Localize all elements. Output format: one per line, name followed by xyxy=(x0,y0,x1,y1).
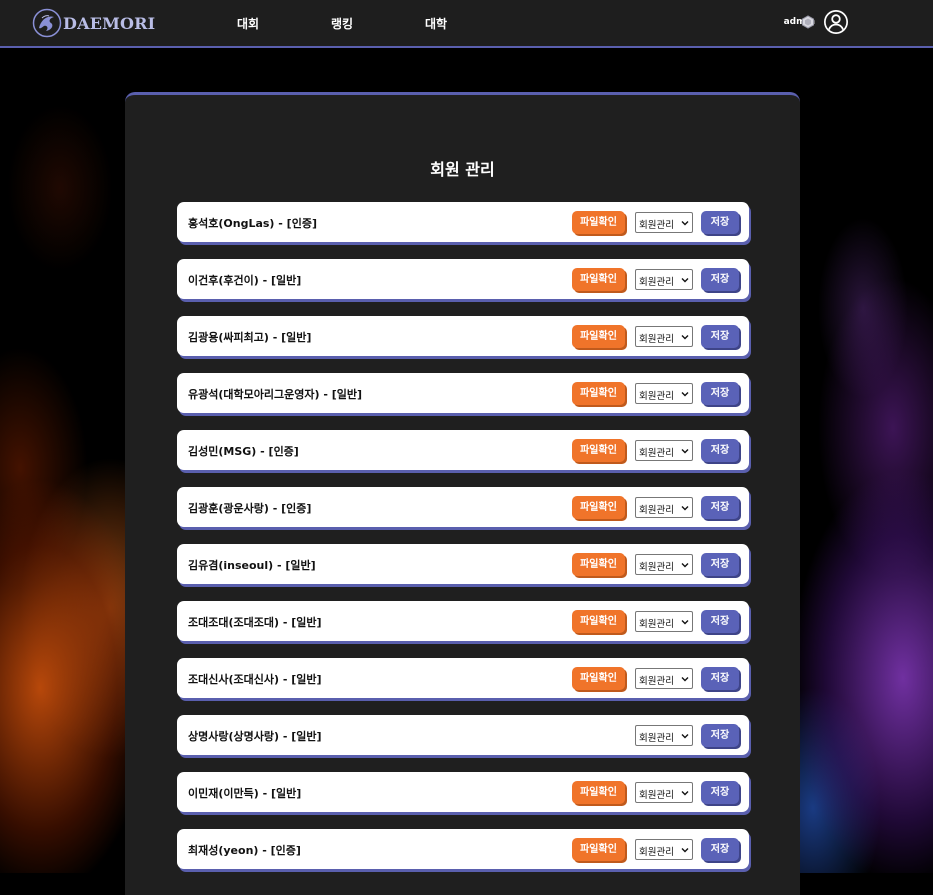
member-row: 김유겸(inseoul) - [일반] 파일확인 회원관리 저장 xyxy=(177,544,749,584)
member-name: 김성민(MSG) - [인증] xyxy=(188,445,299,458)
chevron-down-icon xyxy=(681,335,689,340)
member-list: 홍석호(OngLas) - [인증] 파일확인 회원관리 저장 이건후(후건이)… xyxy=(177,202,749,886)
save-button[interactable]: 저장 xyxy=(701,724,739,747)
save-button[interactable]: 저장 xyxy=(701,667,739,690)
file-check-button[interactable]: 파일확인 xyxy=(572,496,625,519)
member-name: 상명사랑(상명사랑) - [일반] xyxy=(188,730,322,743)
role-select-value: 회원관리 xyxy=(639,562,674,573)
save-button[interactable]: 저장 xyxy=(701,781,739,804)
role-select[interactable]: 회원관리 xyxy=(635,725,693,746)
member-row: 김광훈(광운사랑) - [인증] 파일확인 회원관리 저장 xyxy=(177,487,749,527)
member-row: 유광석(대학모아리그운영자) - [일반] 파일확인 회원관리 저장 xyxy=(177,373,749,413)
member-name: 이민재(이만득) - [일반] xyxy=(188,787,302,800)
role-select[interactable]: 회원관리 xyxy=(635,554,693,575)
chevron-down-icon xyxy=(681,278,689,283)
member-row: 조대조대(조대조대) - [일반] 파일확인 회원관리 저장 xyxy=(177,601,749,641)
member-row: 김성민(MSG) - [인증] 파일확인 회원관리 저장 xyxy=(177,430,749,470)
member-name: 유광석(대학모아리그운영자) - [일반] xyxy=(188,388,363,401)
role-select[interactable]: 회원관리 xyxy=(635,440,693,461)
chevron-down-icon xyxy=(681,221,689,226)
member-row: 홍석호(OngLas) - [인증] 파일확인 회원관리 저장 xyxy=(177,202,749,242)
nav-link-university[interactable]: 대학 xyxy=(425,15,447,32)
role-select-value: 회원관리 xyxy=(639,619,674,630)
member-row: 최재성(yeon) - [인증] 파일확인 회원관리 저장 xyxy=(177,829,749,869)
file-check-button[interactable]: 파일확인 xyxy=(572,781,625,804)
page-title: 회원 관리 xyxy=(430,160,495,179)
chevron-down-icon xyxy=(681,392,689,397)
dragon-logo-icon xyxy=(32,8,62,38)
save-button[interactable]: 저장 xyxy=(701,496,739,519)
role-select-value: 회원관리 xyxy=(639,733,674,744)
role-select[interactable]: 회원관리 xyxy=(635,611,693,632)
chevron-down-icon xyxy=(681,449,689,454)
nav-link-contest[interactable]: 대회 xyxy=(237,15,259,32)
file-check-button[interactable]: 파일확인 xyxy=(572,325,625,348)
role-select[interactable]: 회원관리 xyxy=(635,269,693,290)
user-circle-icon[interactable] xyxy=(823,9,849,35)
member-name: 이건후(후건이) - [일반] xyxy=(188,274,302,287)
save-button[interactable]: 저장 xyxy=(701,382,739,405)
save-button[interactable]: 저장 xyxy=(701,610,739,633)
chevron-down-icon xyxy=(681,848,689,853)
member-name: 김유겸(inseoul) - [일반] xyxy=(188,559,316,572)
file-check-button[interactable]: 파일확인 xyxy=(572,268,625,291)
member-name: 홍석호(OngLas) - [인증] xyxy=(188,217,317,230)
member-row: 김광용(싸피최고) - [일반] 파일확인 회원관리 저장 xyxy=(177,316,749,356)
save-button[interactable]: 저장 xyxy=(701,325,739,348)
role-select[interactable]: 회원관리 xyxy=(635,668,693,689)
role-select-value: 회원관리 xyxy=(639,277,674,288)
file-check-button[interactable]: 파일확인 xyxy=(572,211,625,234)
file-check-button[interactable]: 파일확인 xyxy=(572,838,625,861)
role-select[interactable]: 회원관리 xyxy=(635,383,693,404)
save-button[interactable]: 저장 xyxy=(701,838,739,861)
chevron-down-icon xyxy=(681,506,689,511)
save-button[interactable]: 저장 xyxy=(701,439,739,462)
save-button[interactable]: 저장 xyxy=(701,211,739,234)
role-select[interactable]: 회원관리 xyxy=(635,839,693,860)
role-select[interactable]: 회원관리 xyxy=(635,212,693,233)
role-select-value: 회원관리 xyxy=(639,790,674,801)
role-select[interactable]: 회원관리 xyxy=(635,326,693,347)
file-check-button[interactable]: 파일확인 xyxy=(572,439,625,462)
member-name: 최재성(yeon) - [인증] xyxy=(188,844,301,857)
role-select[interactable]: 회원관리 xyxy=(635,782,693,803)
chevron-down-icon xyxy=(681,620,689,625)
member-name: 조대조대(조대조대) - [일반] xyxy=(188,616,322,629)
member-row: 이건후(후건이) - [일반] 파일확인 회원관리 저장 xyxy=(177,259,749,299)
file-check-button[interactable]: 파일확인 xyxy=(572,382,625,405)
member-row: 상명사랑(상명사랑) - [일반] 회원관리 저장 xyxy=(177,715,749,755)
member-row: 이민재(이만득) - [일반] 파일확인 회원관리 저장 xyxy=(177,772,749,812)
file-check-button[interactable]: 파일확인 xyxy=(572,553,625,576)
role-select-value: 회원관리 xyxy=(639,220,674,231)
save-button[interactable]: 저장 xyxy=(701,268,739,291)
save-button[interactable]: 저장 xyxy=(701,553,739,576)
chevron-down-icon xyxy=(681,734,689,739)
logo-text: DAEMORI xyxy=(63,13,156,33)
role-select-value: 회원관리 xyxy=(639,391,674,402)
member-name: 조대신사(조대신사) - [일반] xyxy=(188,673,322,686)
chevron-down-icon xyxy=(681,563,689,568)
chevron-down-icon xyxy=(681,791,689,796)
chevron-down-icon xyxy=(681,677,689,682)
member-name: 김광용(싸피최고) - [일반] xyxy=(188,331,312,344)
role-select[interactable]: 회원관리 xyxy=(635,497,693,518)
role-select-value: 회원관리 xyxy=(639,448,674,459)
top-navbar: DAEMORI 대회 랭킹 대학 admin xyxy=(0,0,933,48)
role-select-value: 회원관리 xyxy=(639,847,674,858)
hexagon-badge-icon xyxy=(802,15,814,29)
logo[interactable]: DAEMORI xyxy=(32,8,155,38)
member-management-panel: 회원 관리 홍석호(OngLas) - [인증] 파일확인 회원관리 저장 이건… xyxy=(125,92,800,895)
role-select-value: 회원관리 xyxy=(639,676,674,687)
member-name: 김광훈(광운사랑) - [인증] xyxy=(188,502,312,515)
nav-link-ranking[interactable]: 랭킹 xyxy=(331,15,353,32)
file-check-button[interactable]: 파일확인 xyxy=(572,610,625,633)
role-select-value: 회원관리 xyxy=(639,505,674,516)
member-row: 조대신사(조대신사) - [일반] 파일확인 회원관리 저장 xyxy=(177,658,749,698)
file-check-button[interactable]: 파일확인 xyxy=(572,667,625,690)
role-select-value: 회원관리 xyxy=(639,334,674,345)
